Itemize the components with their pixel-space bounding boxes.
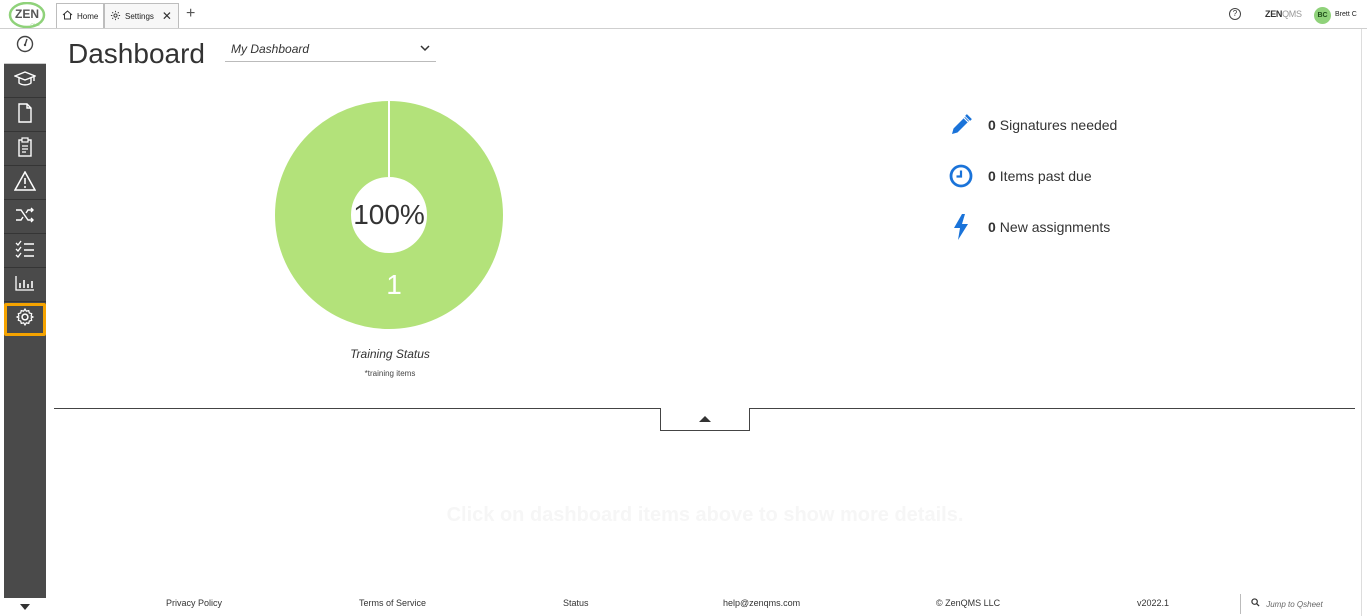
sidebar-item-reports[interactable] [4, 269, 46, 302]
sidebar-item-training[interactable] [4, 65, 46, 98]
top-bar: ZEN QMS Home Settings ✕ + ? ZENQMS BC Br… [0, 0, 1367, 29]
training-status-subcaption: *training items [364, 369, 416, 378]
assignments-label: New assignments [999, 219, 1111, 235]
caret-down-icon [19, 598, 31, 616]
jump-to-qsheet-input[interactable]: Jump to Qsheet [1240, 594, 1362, 614]
jump-placeholder: Jump to Qsheet [1266, 600, 1323, 609]
search-icon [1251, 598, 1262, 609]
version: v2022.1 [1137, 598, 1170, 608]
past-due-count: 0 [988, 168, 996, 184]
tab-home[interactable]: Home [56, 3, 104, 28]
new-tab-button[interactable]: + [186, 5, 195, 23]
assignments-count: 0 [988, 219, 996, 235]
sidebar [4, 29, 46, 616]
graduation-cap-icon [13, 70, 37, 93]
stat-new-assignments[interactable]: 0 New assignments [947, 214, 1110, 240]
help-icon[interactable]: ? [1229, 8, 1241, 20]
zenqms-logo[interactable]: ZEN QMS [8, 1, 46, 29]
sidebar-item-change-control[interactable] [4, 201, 46, 234]
sidebar-item-dashboard[interactable] [4, 29, 46, 64]
training-status-caption[interactable]: Training Status [290, 347, 490, 361]
sidebar-item-audits[interactable] [4, 133, 46, 166]
caret-up-icon [698, 410, 712, 428]
shuffle-icon [15, 207, 35, 228]
logo-sub: QMS [30, 22, 39, 27]
stat-signatures-needed[interactable]: 0 Signatures needed [947, 112, 1117, 138]
sidebar-expand[interactable] [4, 598, 46, 616]
gear-icon [15, 307, 35, 332]
sidebar-item-documents[interactable] [4, 99, 46, 132]
donut-percent: 100% [353, 199, 425, 230]
collapse-button[interactable] [660, 408, 750, 431]
warning-icon [13, 169, 37, 196]
bar-chart-icon [15, 275, 35, 296]
past-due-label: Items past due [999, 168, 1092, 184]
checklist-icon [15, 240, 35, 263]
terms-link[interactable]: Terms of Service [359, 598, 426, 608]
document-icon [17, 102, 33, 128]
brand-primary: ZEN [1265, 9, 1283, 19]
page-title: Dashboard [68, 38, 205, 69]
chevron-down-icon [420, 41, 430, 55]
copyright: © ZenQMS LLC [936, 598, 1001, 608]
privacy-policy-link[interactable]: Privacy Policy [166, 598, 222, 608]
details-hint: Click on dashboard items above to show m… [446, 504, 964, 526]
donut-count: 1 [386, 269, 402, 300]
user-name[interactable]: Brett C [1335, 11, 1357, 18]
email-link[interactable]: help@zenqms.com [723, 598, 800, 608]
lightning-icon [947, 214, 975, 240]
gear-icon [110, 10, 121, 23]
tab-home-label: Home [77, 11, 99, 21]
pencil-icon [947, 112, 975, 138]
dashboard-select[interactable]: My Dashboard [225, 40, 436, 62]
logo-text: ZEN [15, 7, 39, 21]
signatures-count: 0 [988, 117, 996, 133]
signatures-label: Signatures needed [999, 117, 1118, 133]
sidebar-item-tasks[interactable] [4, 235, 46, 268]
gauge-icon [15, 35, 35, 58]
clipboard-icon [17, 136, 33, 162]
scroll-track[interactable] [1361, 29, 1367, 616]
training-status-chart[interactable]: 100% 1 [275, 101, 503, 329]
status-link[interactable]: Status [563, 598, 589, 608]
tab-settings[interactable]: Settings ✕ [104, 3, 179, 28]
brand-secondary: QMS [1282, 9, 1302, 19]
home-icon [62, 10, 73, 22]
close-icon[interactable]: ✕ [162, 9, 172, 23]
tab-settings-label: Settings [125, 11, 154, 21]
sidebar-item-settings[interactable] [4, 303, 46, 336]
clock-icon [947, 163, 975, 189]
dashboard-select-value: My Dashboard [231, 42, 310, 56]
avatar[interactable]: BC [1314, 7, 1331, 24]
brand-wordmark: ZENQMS [1265, 9, 1302, 19]
sidebar-item-risks[interactable] [4, 167, 46, 200]
stat-items-past-due[interactable]: 0 Items past due [947, 163, 1092, 189]
